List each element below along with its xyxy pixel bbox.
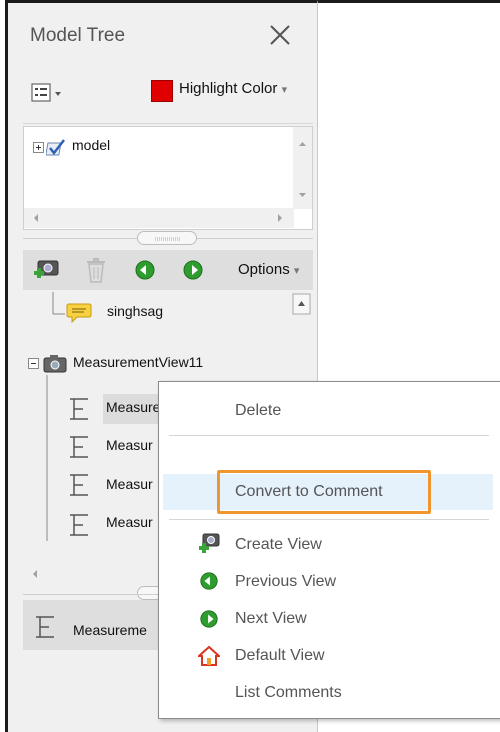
splitter-grip-handle[interactable] — [137, 231, 197, 245]
context-menu: Delete Convert to Comment Create View Pr… — [158, 381, 500, 719]
scroll-arrows-icon — [299, 142, 306, 197]
options-dropdown[interactable]: Options ▾ — [238, 261, 299, 278]
grip-dots-icon — [155, 237, 181, 241]
measurement-view-label[interactable]: MeasurementView11 — [73, 354, 203, 370]
highlight-color-swatch[interactable] — [151, 80, 173, 102]
home-icon — [198, 645, 220, 666]
collapse-icon[interactable] — [28, 358, 40, 370]
scroll-arrows-icon — [34, 214, 282, 222]
measurement-item[interactable]: Measur — [106, 514, 153, 530]
bottom-item-label[interactable]: Measureme — [73, 622, 147, 638]
panel-title: Model Tree — [30, 25, 126, 46]
menu-item-delete[interactable]: Delete — [235, 402, 281, 420]
create-view-icon[interactable] — [32, 255, 62, 285]
measurement-icon — [70, 398, 88, 420]
scroll-up-icon[interactable] — [292, 293, 312, 317]
list-options-icon[interactable] — [30, 80, 78, 106]
measurement-item[interactable]: Measur — [106, 476, 153, 492]
measurement-item[interactable]: Measur — [106, 437, 153, 453]
camera-view-icon — [43, 355, 67, 373]
panel-top-border — [5, 0, 317, 3]
horizontal-scrollbar[interactable] — [24, 208, 294, 228]
vertical-scrollbar[interactable] — [293, 127, 312, 209]
toolbar-divider — [23, 123, 313, 124]
measurement-icon — [70, 514, 88, 536]
menu-separator — [169, 435, 489, 436]
comment-author[interactable]: singhsag — [107, 303, 163, 319]
app-frame: Model Tree Highlight Color ▾ model Optio… — [5, 0, 500, 732]
measurement-icon — [70, 474, 88, 496]
previous-view-icon — [200, 572, 218, 590]
menu-item-list-comments[interactable]: List Comments — [235, 684, 342, 702]
next-view-icon — [200, 610, 218, 628]
menu-separator — [169, 519, 489, 520]
comment-icon — [66, 303, 92, 324]
create-view-icon — [199, 533, 220, 553]
scroll-left-icon[interactable] — [23, 565, 83, 583]
previous-view-icon[interactable] — [134, 259, 156, 281]
menu-item-default-view[interactable]: Default View — [235, 647, 325, 665]
trash-icon[interactable] — [83, 255, 109, 285]
tree-item-label: model — [72, 137, 111, 153]
close-icon[interactable] — [265, 20, 295, 50]
measurement-icon — [70, 436, 88, 458]
checked-model-icon — [46, 139, 65, 156]
menu-item-create-view[interactable]: Create View — [235, 536, 322, 554]
next-view-icon[interactable] — [182, 259, 204, 281]
menu-item-next-view[interactable]: Next View — [235, 610, 307, 628]
menu-item-convert-to-comment[interactable]: Convert to Comment — [235, 483, 383, 501]
measurement-icon — [36, 616, 54, 638]
highlight-color-dropdown[interactable]: Highlight Color ▾ — [179, 80, 287, 97]
menu-item-previous-view[interactable]: Previous View — [235, 573, 336, 591]
expand-icon[interactable] — [33, 142, 45, 154]
